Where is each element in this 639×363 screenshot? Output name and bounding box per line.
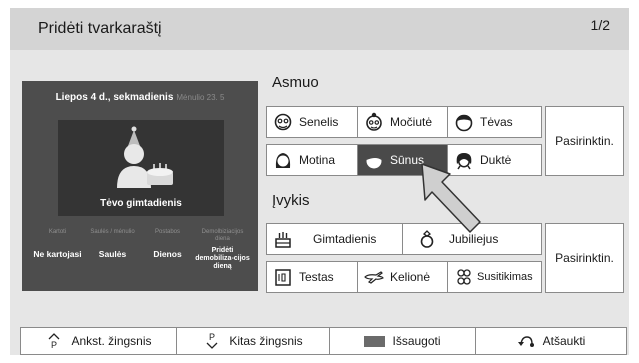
preview-option-header: Demolbiziacijos diena bbox=[201, 229, 244, 242]
preview-option-notice: Postabos Dienos bbox=[140, 229, 195, 271]
back-icon bbox=[517, 336, 534, 347]
svg-text:P: P bbox=[209, 332, 215, 342]
page-indicator: 1/2 bbox=[590, 17, 610, 33]
cancel-label: Atšaukti bbox=[542, 334, 586, 348]
schedule-preview-panel: Liepos 4 d., sekmadienis Mėnulio 23. 5 Tė… bbox=[22, 81, 258, 291]
birthday-cake-icon bbox=[275, 232, 291, 248]
preview-option-calendar: Saulės / mėnulio Saulės bbox=[85, 229, 140, 271]
page-title: Pridėti tvarkaraštį bbox=[38, 20, 162, 37]
person-label: Tėvas bbox=[480, 115, 513, 129]
preview-option-demobilization: Demolbiziacijos diena Pridėti demobiliza… bbox=[195, 229, 250, 271]
event-section-label: Įvykis bbox=[272, 192, 310, 209]
previous-step-button[interactable]: P Ankst. žingsnis bbox=[20, 327, 177, 355]
save-button[interactable]: Išsaugoti bbox=[329, 327, 476, 355]
ring-icon bbox=[420, 230, 434, 248]
channel-down-icon: P bbox=[206, 332, 218, 349]
event-birthday-button[interactable]: Gimtadienis bbox=[266, 223, 403, 255]
son-icon bbox=[366, 153, 382, 169]
event-trip-button[interactable]: Kelionė bbox=[357, 261, 448, 293]
preview-event-title: Tėvo gimtadienis bbox=[100, 198, 182, 209]
person-grandfather-button[interactable]: Senelis bbox=[266, 106, 358, 138]
preview-date-text: Liepos 4 d., sekmadienis bbox=[55, 92, 174, 103]
test-icon bbox=[275, 269, 291, 286]
add-schedule-dialog: Pridėti tvarkaraštį 1/2 Liepos 4 d., sek… bbox=[10, 8, 629, 355]
father-icon bbox=[455, 114, 473, 132]
person-daughter-button[interactable]: Duktė bbox=[447, 144, 542, 176]
preview-option-repeat: Kartoti Ne kartojasi bbox=[30, 229, 85, 271]
event-label: Susitikimas bbox=[477, 271, 533, 283]
person-father-button[interactable]: Tėvas bbox=[447, 106, 542, 138]
preview-option-value: Saulės bbox=[98, 249, 127, 259]
preview-image: Tėvo gimtadienis bbox=[58, 120, 224, 216]
cancel-button[interactable]: Atšaukti bbox=[475, 327, 627, 355]
title-bar: Pridėti tvarkaraštį 1/2 bbox=[10, 8, 629, 50]
airplane-icon bbox=[364, 271, 384, 284]
preview-option-header: Kartoti bbox=[48, 229, 67, 235]
preview-date: Liepos 4 d., sekmadienis Mėnulio 23. 5 bbox=[22, 92, 258, 103]
person-mother-button[interactable]: Motina bbox=[266, 144, 358, 176]
birthday-person-illustration bbox=[117, 126, 173, 188]
person-label: Sūnus bbox=[390, 153, 425, 167]
preview-option-value: Pridėti demobiliza-cijos dieną bbox=[195, 247, 250, 270]
save-label: Išsaugoti bbox=[392, 334, 441, 348]
next-step-button[interactable]: P Kitas žingsnis bbox=[176, 327, 330, 355]
event-custom-button[interactable]: Pasirinktin. bbox=[545, 223, 624, 293]
person-son-button[interactable]: Sūnus bbox=[357, 144, 448, 176]
person-grandmother-button[interactable]: Močiutė bbox=[357, 106, 448, 138]
daughter-icon bbox=[456, 153, 472, 170]
preview-options: Kartoti Ne kartojasi Saulės / mėnulio Sa… bbox=[30, 229, 250, 271]
person-label: Močiutė bbox=[390, 115, 433, 129]
person-label: Senelis bbox=[299, 115, 339, 129]
preview-lunar-date: Mėnulio 23. 5 bbox=[176, 93, 225, 102]
svg-text:P: P bbox=[51, 340, 57, 350]
event-label: Jubiliejus bbox=[449, 232, 499, 246]
previous-step-label: Ankst. žingsnis bbox=[71, 334, 152, 348]
person-section-label: Asmuo bbox=[272, 74, 319, 91]
grandmother-icon bbox=[366, 112, 382, 131]
channel-up-icon: P bbox=[49, 333, 60, 350]
event-meeting-button[interactable]: Susitikimas bbox=[447, 261, 542, 293]
event-anniversary-button[interactable]: Jubiliejus bbox=[402, 223, 542, 255]
preview-option-value: Dienos bbox=[153, 249, 182, 259]
person-custom-button[interactable]: Pasirinktin. bbox=[545, 106, 624, 176]
event-label: Gimtadienis bbox=[313, 232, 377, 246]
event-test-button[interactable]: Testas bbox=[266, 261, 358, 293]
bottom-action-bar: P Ankst. žingsnis P Kitas žingsnis Išsau… bbox=[20, 321, 627, 356]
preview-option-header: Saulės / mėnulio bbox=[90, 229, 135, 235]
mother-icon bbox=[275, 153, 291, 168]
grandfather-icon bbox=[274, 113, 292, 131]
event-label: Testas bbox=[299, 270, 334, 284]
preview-option-header: Postabos bbox=[154, 229, 181, 235]
next-step-label: Kitas žingsnis bbox=[229, 334, 303, 348]
meeting-icon bbox=[457, 269, 471, 285]
person-label: Motina bbox=[299, 153, 336, 167]
person-label: Duktė bbox=[480, 153, 512, 167]
preview-option-value: Ne kartojasi bbox=[33, 249, 82, 259]
event-label: Kelionė bbox=[390, 270, 431, 284]
color-key-icon bbox=[364, 335, 386, 347]
